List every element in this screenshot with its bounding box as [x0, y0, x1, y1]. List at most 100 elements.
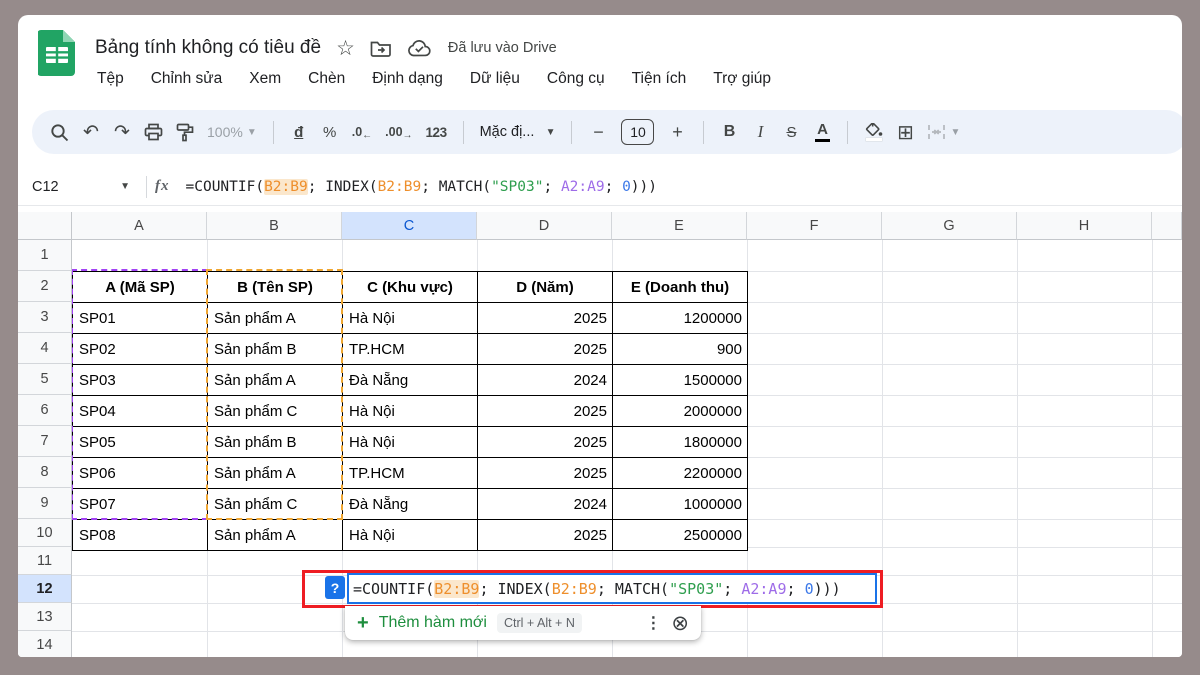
number-format-button[interactable]: 123	[426, 125, 447, 140]
column-header-d[interactable]: D	[477, 212, 612, 240]
row-header-13[interactable]: 13	[18, 603, 72, 631]
format-percent-button[interactable]: %	[321, 124, 339, 141]
column-header-a[interactable]: A	[72, 212, 207, 240]
table-cell[interactable]: 2024	[478, 489, 613, 520]
search-icon[interactable]	[50, 123, 69, 142]
row-header-10[interactable]: 10	[18, 519, 72, 547]
table-cell[interactable]: 2000000	[613, 396, 748, 427]
table-cell[interactable]: 2025	[478, 427, 613, 458]
menu-view[interactable]: Xem	[249, 70, 281, 88]
redo-icon[interactable]: ↷	[113, 121, 131, 144]
menu-help[interactable]: Trợ giúp	[713, 70, 771, 88]
decrease-decimal-button[interactable]: .0←	[352, 125, 372, 139]
decrease-font-size-button[interactable]: −	[588, 122, 608, 143]
menu-insert[interactable]: Chèn	[308, 70, 345, 88]
table-cell[interactable]: 1800000	[613, 427, 748, 458]
font-size-input[interactable]: 10	[621, 119, 654, 145]
fill-color-button[interactable]	[864, 123, 883, 142]
spreadsheet-grid[interactable]: A (Mã SP)B (Tên SP)C (Khu vực)D (Năm)E (…	[18, 212, 1182, 657]
move-to-folder-icon[interactable]	[370, 39, 392, 57]
zoom-control[interactable]: 100%▼	[207, 124, 257, 140]
table-cell[interactable]: TP.HCM	[343, 458, 478, 489]
table-cell[interactable]: Hà Nội	[343, 520, 478, 551]
bold-button[interactable]: B	[720, 123, 738, 141]
document-title[interactable]: Bảng tính không có tiêu đề	[95, 37, 321, 59]
table-cell[interactable]: 900	[613, 334, 748, 365]
add-new-function-button[interactable]: Thêm hàm mới	[379, 614, 487, 632]
column-header-c[interactable]: C	[342, 212, 477, 240]
table-cell[interactable]: Sản phẩm A	[208, 520, 343, 551]
row-header-11[interactable]: 11	[18, 547, 72, 575]
row-header-3[interactable]: 3	[18, 302, 72, 333]
menu-edit[interactable]: Chỉnh sửa	[151, 70, 223, 88]
table-header-cell[interactable]: D (Năm)	[478, 272, 613, 303]
google-sheets-logo-icon[interactable]	[38, 29, 76, 77]
font-family-dropdown[interactable]: Mặc đị...▼	[480, 124, 556, 140]
table-cell[interactable]: TP.HCM	[343, 334, 478, 365]
table-cell[interactable]: Đà Nẵng	[343, 489, 478, 520]
table-cell[interactable]: Hà Nội	[343, 303, 478, 334]
name-box[interactable]: C12 ▼	[18, 179, 136, 195]
table-cell[interactable]: 2025	[478, 458, 613, 489]
column-header-partial[interactable]	[1152, 212, 1182, 240]
table-header-cell[interactable]: C (Khu vực)	[343, 272, 478, 303]
named-function-popup: + Thêm hàm mới Ctrl + Alt + N ⋮ ⊗	[345, 606, 701, 640]
table-cell[interactable]: 1000000	[613, 489, 748, 520]
row-header-14[interactable]: 14	[18, 631, 72, 657]
menu-file[interactable]: Tệp	[97, 70, 124, 88]
formula-input[interactable]: =COUNTIF(B2:B9; INDEX(B2:B9; MATCH("SP03…	[186, 179, 658, 195]
table-cell[interactable]: 1200000	[613, 303, 748, 334]
menu-data[interactable]: Dữ liệu	[470, 70, 520, 88]
formula-bar: C12 ▼ fx =COUNTIF(B2:B9; INDEX(B2:B9; MA…	[18, 168, 1182, 206]
table-cell[interactable]: 2025	[478, 396, 613, 427]
menu-format[interactable]: Định dạng	[372, 70, 443, 88]
table-cell[interactable]: 2200000	[613, 458, 748, 489]
row-header-8[interactable]: 8	[18, 457, 72, 488]
table-header-cell[interactable]: E (Doanh thu)	[613, 272, 748, 303]
row-header-12[interactable]: 12	[18, 575, 72, 603]
merge-cells-button[interactable]: ▼	[927, 124, 960, 140]
select-all-corner[interactable]	[18, 212, 72, 240]
close-icon[interactable]: ⊗	[671, 613, 689, 634]
column-header-f[interactable]: F	[747, 212, 882, 240]
table-cell[interactable]: 2500000	[613, 520, 748, 551]
table-cell[interactable]: Hà Nội	[343, 396, 478, 427]
increase-decimal-button[interactable]: .00→	[385, 125, 412, 139]
row-header-4[interactable]: 4	[18, 333, 72, 364]
row-header-7[interactable]: 7	[18, 426, 72, 457]
formula-help-badge[interactable]: ?	[325, 576, 345, 599]
format-currency-button[interactable]: đ	[290, 124, 308, 141]
column-header-h[interactable]: H	[1017, 212, 1152, 240]
table-cell[interactable]: Hà Nội	[343, 427, 478, 458]
table-cell[interactable]: 2025	[478, 303, 613, 334]
row-header-9[interactable]: 9	[18, 488, 72, 519]
print-icon[interactable]	[144, 123, 163, 141]
name-box-caret-icon[interactable]: ▼	[120, 181, 130, 192]
table-cell[interactable]: 2025	[478, 520, 613, 551]
strikethrough-button[interactable]: S	[782, 124, 800, 141]
star-icon[interactable]: ☆	[336, 38, 355, 59]
table-cell[interactable]: 2024	[478, 365, 613, 396]
row-header-1[interactable]: 1	[18, 240, 72, 271]
column-header-g[interactable]: G	[882, 212, 1017, 240]
menu-tools[interactable]: Công cụ	[547, 70, 605, 88]
row-header-6[interactable]: 6	[18, 395, 72, 426]
formula-token: A2:A9	[561, 179, 605, 195]
italic-button[interactable]: I	[751, 122, 769, 142]
undo-icon[interactable]: ↶	[82, 121, 100, 144]
text-color-button[interactable]: A	[813, 122, 831, 143]
table-cell[interactable]: Đà Nẵng	[343, 365, 478, 396]
row-header-5[interactable]: 5	[18, 364, 72, 395]
more-options-icon[interactable]: ⋮	[645, 613, 661, 633]
table-cell[interactable]: SP08	[73, 520, 208, 551]
cell-formula-editor[interactable]: =COUNTIF(B2:B9; INDEX(B2:B9; MATCH("SP03…	[347, 573, 877, 604]
row-header-2[interactable]: 2	[18, 271, 72, 302]
column-header-b[interactable]: B	[207, 212, 342, 240]
increase-font-size-button[interactable]: +	[667, 122, 687, 143]
borders-button[interactable]: ⊞	[896, 120, 914, 145]
table-cell[interactable]: 2025	[478, 334, 613, 365]
table-cell[interactable]: 1500000	[613, 365, 748, 396]
paint-format-icon[interactable]	[176, 123, 194, 142]
column-header-e[interactable]: E	[612, 212, 747, 240]
menu-extensions[interactable]: Tiện ích	[632, 70, 687, 88]
